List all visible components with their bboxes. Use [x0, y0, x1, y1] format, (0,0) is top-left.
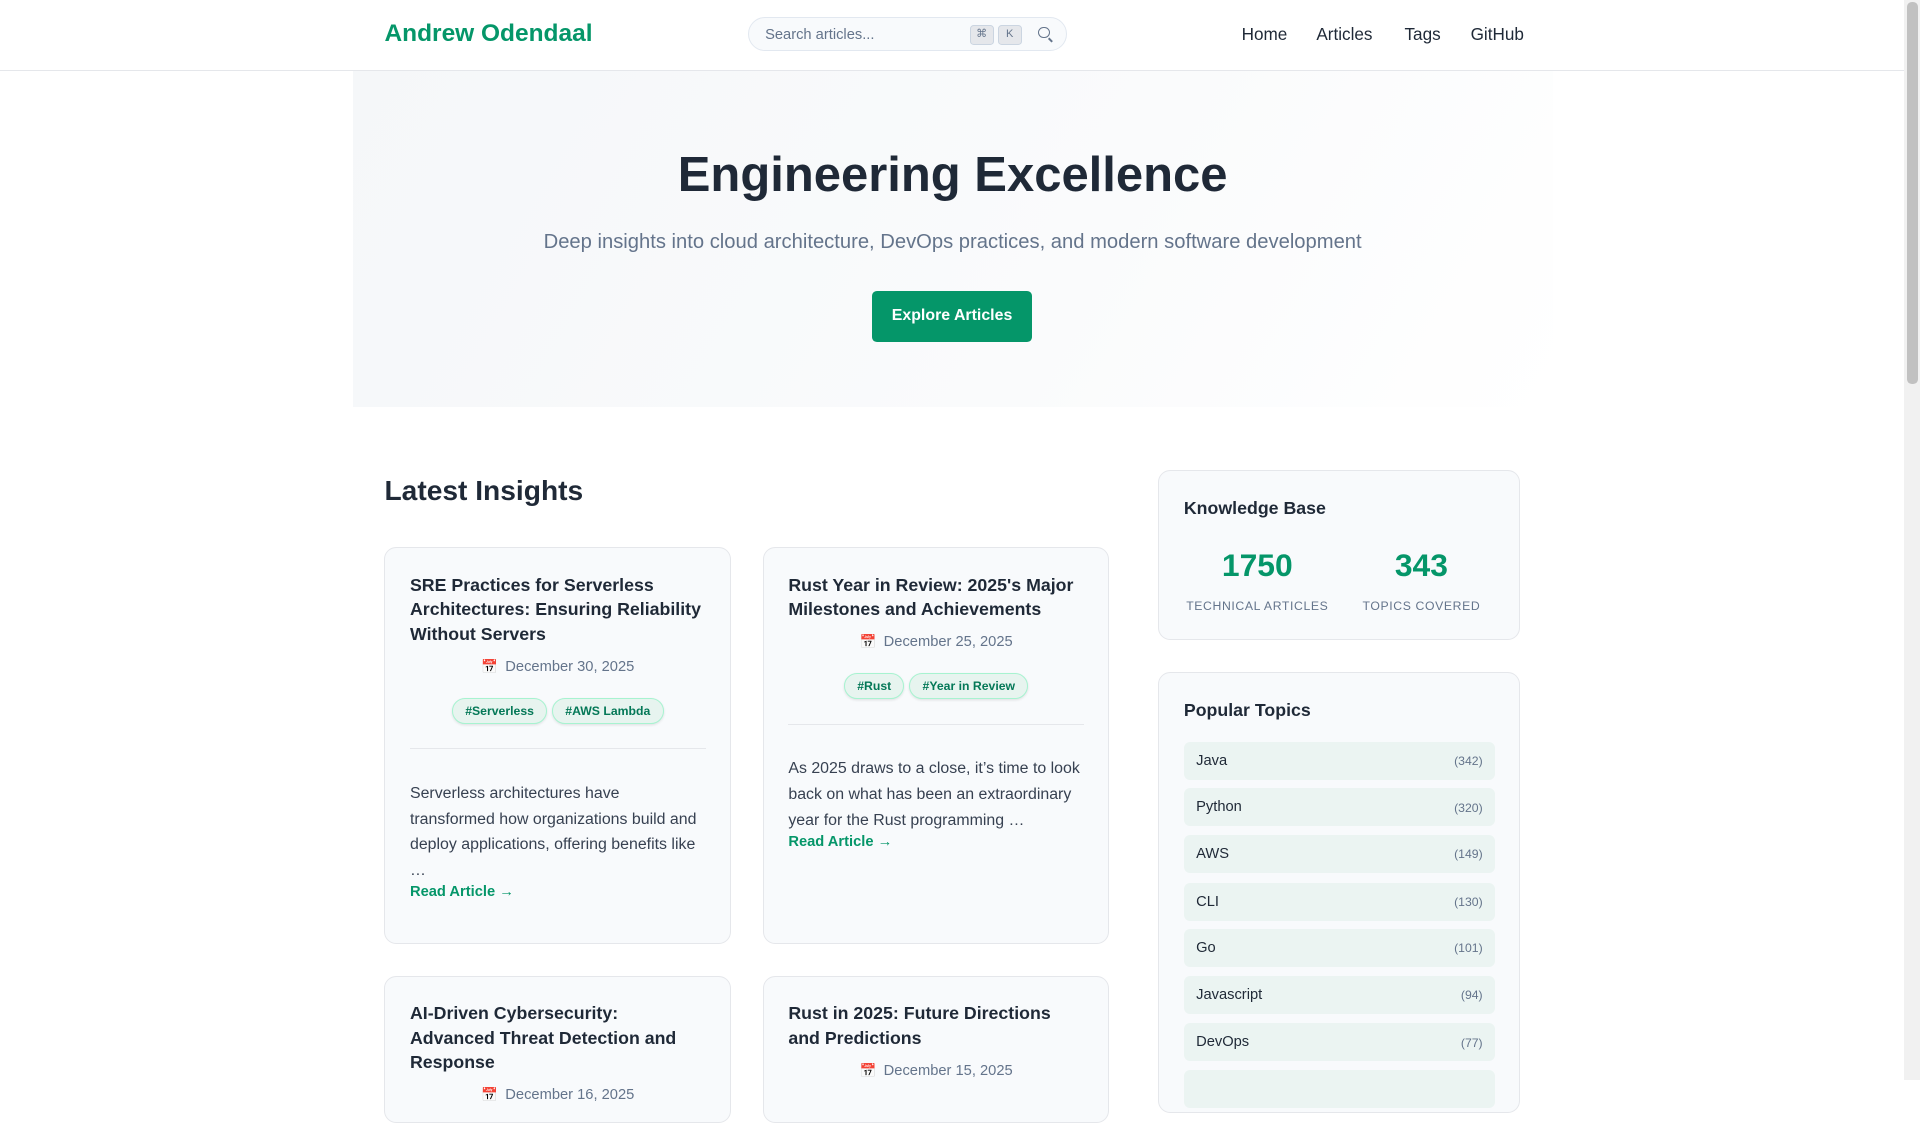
popular-topics-heading: Popular Topics	[1183, 700, 1311, 721]
topics-count: 343	[1394, 547, 1448, 584]
articles-count: 1750	[1221, 547, 1293, 584]
topic-count: (77)	[1460, 1035, 1483, 1050]
calendar-icon: 📅	[481, 1087, 498, 1103]
article-card[interactable]: AI-Driven Cybersecurity: Advanced Threat…	[384, 975, 732, 1123]
read-article-link[interactable]: Read Article →	[788, 834, 1084, 850]
read-article-link[interactable]: Read Article →	[410, 884, 706, 900]
topic-name: AWS	[1196, 845, 1230, 862]
article-excerpt: Serverless architectures have transforme…	[409, 784, 697, 880]
article-date: December 30, 2025	[505, 658, 635, 675]
topic-item[interactable]: Javascript (94)	[1183, 975, 1495, 1014]
nav-articles[interactable]: Articles	[1316, 24, 1372, 45]
topic-name: Java	[1196, 752, 1228, 769]
tag-badge[interactable]: #Rust	[843, 673, 905, 700]
site-logo[interactable]: Andrew Odendaal	[384, 20, 592, 48]
topic-count: (101)	[1454, 941, 1483, 956]
knowledge-base-heading: Knowledge Base	[1183, 498, 1326, 519]
topic-name: Go	[1196, 940, 1216, 957]
search-placeholder: Search articles...	[765, 26, 875, 43]
topic-item[interactable]	[1183, 1069, 1495, 1108]
popular-topics-panel: Popular Topics Java (342) Python (320) AWS…	[1158, 672, 1520, 1114]
article-title[interactable]: Rust in 2025: Future Directions and Pred…	[788, 1001, 1084, 1050]
articles-label: TECHNICAL ARTICLES	[1186, 598, 1329, 613]
search-icon[interactable]	[1038, 26, 1050, 39]
topic-name: Javascript	[1196, 986, 1263, 1003]
topics-label: TOPICS COVERED	[1362, 598, 1481, 613]
hero-subtitle: Deep insights into cloud architecture, D…	[543, 231, 1362, 254]
topic-count: (94)	[1460, 987, 1483, 1002]
nav-tags[interactable]: Tags	[1405, 24, 1441, 45]
latest-insights-heading: Latest Insights	[384, 475, 584, 507]
article-date: December 15, 2025	[883, 1062, 1013, 1079]
topic-count: (149)	[1454, 847, 1483, 862]
tag-badge[interactable]: #AWS Lambda	[552, 697, 664, 724]
topic-name: DevOps	[1196, 1034, 1250, 1051]
knowledge-base-panel: Knowledge Base 1750 TECHNICAL ARTICLES 34…	[1158, 470, 1520, 641]
topic-item[interactable]: AWS (149)	[1183, 834, 1495, 873]
explore-articles-button[interactable]: Explore Articles	[871, 291, 1033, 342]
hero-section: Engineering Excellence Deep insights int…	[352, 71, 1553, 407]
topic-item[interactable]: DevOps (77)	[1183, 1023, 1495, 1062]
calendar-icon: 📅	[859, 634, 877, 650]
command-key-hint: ⌘	[969, 25, 994, 45]
article-title[interactable]: AI-Driven Cybersecurity: Advanced Threat…	[410, 1001, 706, 1074]
topic-count: (342)	[1454, 754, 1483, 769]
article-excerpt: As 2025 draws to a close, it’s time to l…	[788, 760, 1080, 829]
tag-badge[interactable]: #Year in Review	[909, 673, 1029, 700]
article-card[interactable]: Rust in 2025: Future Directions and Pred…	[762, 975, 1110, 1123]
article-title[interactable]: Rust Year in Review: 2025's Major Milest…	[788, 573, 1084, 622]
article-date: December 25, 2025	[883, 634, 1013, 651]
topic-item[interactable]: CLI (130)	[1183, 882, 1495, 921]
site-header: Andrew Odendaal Search articles... ⌘ K H…	[0, 0, 1905, 71]
calendar-icon: 📅	[859, 1062, 877, 1078]
topic-item[interactable]: Go (101)	[1183, 929, 1495, 968]
nav-home[interactable]: Home	[1242, 24, 1288, 45]
topic-count: (130)	[1454, 894, 1483, 909]
nav-github[interactable]: GitHub	[1471, 24, 1524, 45]
topic-count: (320)	[1454, 800, 1483, 815]
calendar-icon: 📅	[481, 658, 498, 674]
article-title[interactable]: SRE Practices for Serverless Architectur…	[410, 573, 706, 646]
topic-name: Python	[1196, 799, 1242, 816]
topic-name: CLI	[1196, 893, 1219, 910]
search-input[interactable]: Search articles... ⌘ K	[748, 17, 1067, 52]
k-key-hint: K	[997, 25, 1022, 45]
topic-item[interactable]: Java (342)	[1183, 741, 1495, 780]
article-card[interactable]: Rust Year in Review: 2025's Major Milest…	[762, 547, 1110, 945]
topic-item[interactable]: Python (320)	[1183, 788, 1495, 827]
article-date: December 16, 2025	[505, 1087, 635, 1104]
tag-badge[interactable]: #Serverless	[451, 697, 548, 724]
hero-title: Engineering Excellence	[677, 147, 1228, 202]
article-card[interactable]: SRE Practices for Serverless Architectur…	[384, 547, 732, 945]
scrollbar-thumb[interactable]	[1906, 2, 1918, 385]
scrollbar[interactable]	[1904, 0, 1920, 1080]
